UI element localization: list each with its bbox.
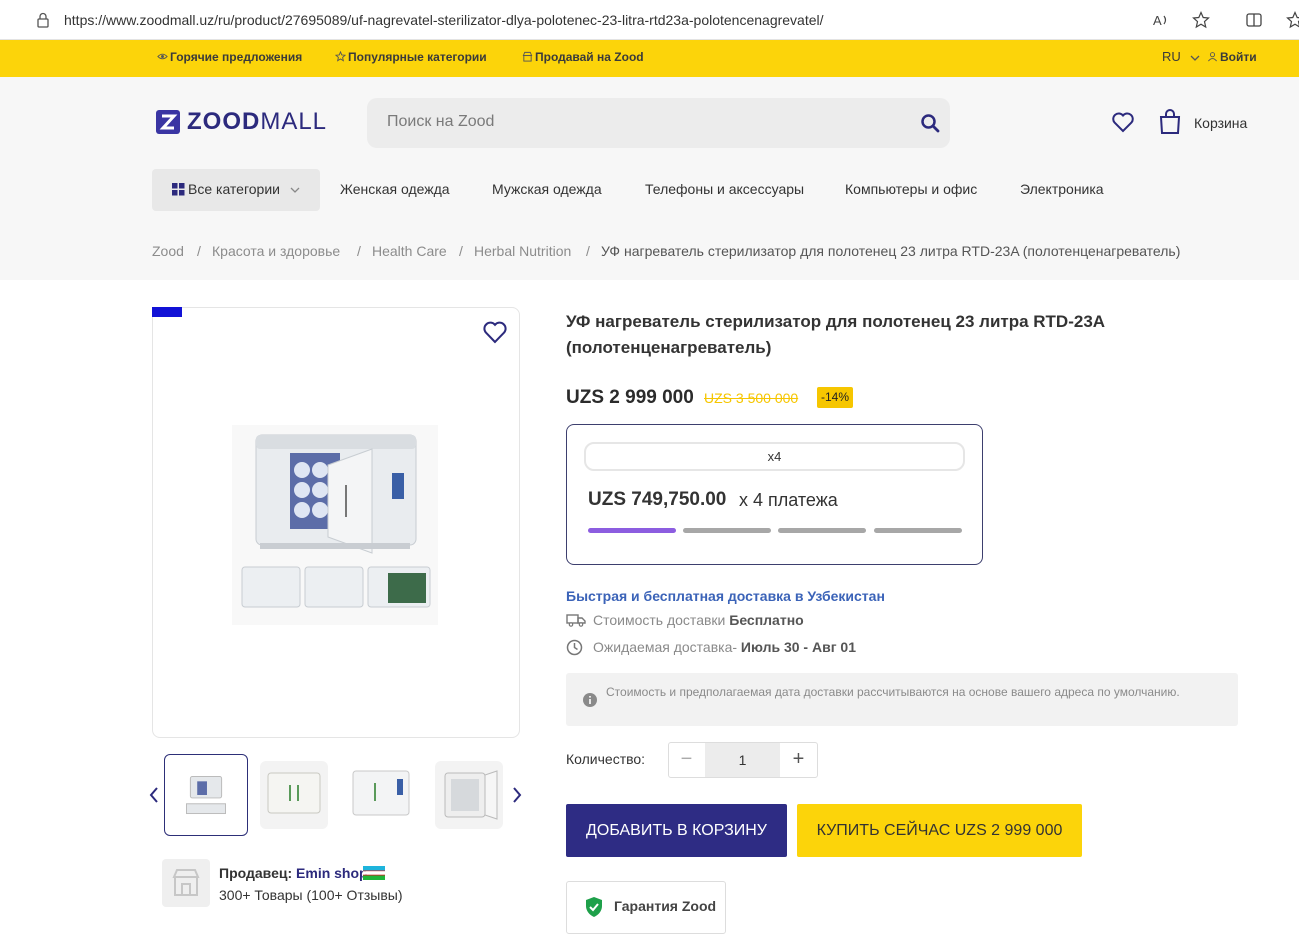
favorite-star-icon[interactable] [1192,11,1210,29]
shopping-bag-icon[interactable] [1158,109,1182,135]
lock-icon [37,12,49,28]
all-categories-label: Все категории [188,181,280,197]
favorites-bar-icon[interactable] [1286,11,1299,29]
thumbnail[interactable] [164,754,248,836]
delivery-info-text: Стоимость и предполагаемая дата доставки… [606,685,1180,699]
breadcrumb-separator: / [357,243,361,259]
language-select[interactable]: RU [1162,49,1202,64]
logo-text-light: MALL [260,108,328,135]
top-utility-bar: Горячие предложения Популярные категории… [0,40,1299,77]
login-label: Войти [1220,50,1257,64]
quantity-increase-button[interactable]: + [780,742,817,778]
add-to-cart-button[interactable]: ДОБАВИТЬ В КОРЗИНУ [566,804,787,857]
discount-badge: -14% [817,387,854,408]
seller-name-link[interactable]: Emin shop [296,865,368,881]
zoodmall-logo[interactable]: ZOODMALL [156,108,327,136]
delivery-eta: Ожидаемая доставка- Июль 30 - Авг 01 [593,639,856,655]
thumbnail[interactable] [260,761,328,829]
breadcrumb-item[interactable]: Health Care [372,243,447,259]
breadcrumb-current: УФ нагреватель стерилизатор для полотене… [601,243,1181,259]
logo-mark-icon [156,110,180,134]
payment-progress-segment [683,528,771,533]
delivery-cost-label: Стоимость доставки [593,612,730,628]
breadcrumb-separator: / [197,243,201,259]
old-price: UZS 3 500 000 [704,390,799,406]
hot-deals-link[interactable]: Горячие предложения [157,50,302,64]
breadcrumb-separator: / [459,243,463,259]
sell-on-zood-link[interactable]: Продавай на Zood [522,50,644,64]
chevron-down-icon [1190,55,1200,61]
cart-label[interactable]: Корзина [1194,115,1247,131]
installment-tab[interactable]: x4 [584,442,965,471]
delivery-eta-label: Ожидаемая доставка- [593,639,741,655]
logo-text: ZOODMALL [187,108,327,136]
clock-icon [566,639,583,656]
language-label: RU [1162,49,1181,64]
address-bar[interactable]: https://www.zoodmall.uz/ru/product/27695… [16,5,1131,35]
guarantee-label: Гарантия Zood [614,898,717,914]
quantity-input[interactable]: 1 [705,743,780,777]
installment-count: x 4 платежа [739,490,838,510]
popular-categories-label: Популярные категории [348,50,487,64]
shop-icon [522,51,533,62]
popular-categories-link[interactable]: Популярные категории [334,50,487,64]
seller-label-prefix: Продавец: [219,865,297,881]
nav-item-mens[interactable]: Мужская одежда [492,181,602,197]
chevron-right-icon[interactable] [511,786,523,804]
uzbekistan-flag-icon [363,866,385,880]
hot-deals-label: Горячие предложения [170,50,303,64]
payment-progress-segment [588,528,676,533]
product-image[interactable] [232,425,438,625]
product-title: УФ нагреватель стерилизатор для полотене… [566,312,1105,357]
thumbnail[interactable] [347,761,415,829]
store-icon [172,869,200,896]
browser-toolbar: https://www.zoodmall.uz/ru/product/27695… [0,0,1299,40]
seller-stats: 300+ Товары (100+ Отзывы) [219,887,403,903]
star-icon [334,50,347,62]
heart-icon[interactable] [482,320,508,344]
buy-now-button[interactable]: КУПИТЬ СЕЙЧАС UZS 2 999 000 [797,804,1082,857]
quantity-label: Количество: [566,751,646,767]
delivery-cost-value: Бесплатно [729,612,804,628]
breadcrumb-item[interactable]: Herbal Nutrition [474,243,571,259]
breadcrumb-item[interactable]: Красота и здоровье [212,243,340,259]
search-input[interactable] [387,113,887,131]
split-screen-icon[interactable] [1245,11,1263,29]
payment-progress-segment [874,528,962,533]
shield-check-icon [586,897,602,917]
login-link[interactable]: Войти [1207,50,1257,64]
delivery-eta-value: Июль 30 - Авг 01 [740,639,856,655]
quantity-decrease-button[interactable]: − [668,742,705,778]
search-icon[interactable] [920,113,940,133]
installment-amount: UZS 749,750.00 [588,489,727,510]
chevron-left-icon[interactable] [148,786,160,804]
info-icon [583,693,597,707]
nav-item-phones[interactable]: Телефоны и аксессуары [645,181,804,197]
current-price: UZS 2 999 000 [566,387,694,408]
delivery-headline-link[interactable]: Быстрая и бесплатная доставка в Узбекист… [566,588,885,604]
truck-icon [566,614,586,627]
delivery-cost: Стоимость доставки Бесплатно [593,612,804,628]
heart-icon[interactable] [1111,111,1135,133]
seller-avatar[interactable] [162,859,210,907]
thumbnail[interactable] [435,761,503,829]
search-bar [367,98,950,148]
sell-on-zood-label: Продавай на Zood [535,50,644,64]
svg-text:A: A [1153,13,1162,28]
seller-label: Продавец: Emin shop [219,865,368,881]
breadcrumb-separator: / [586,243,590,259]
read-aloud-icon[interactable]: A [1152,11,1170,29]
chevron-down-icon [290,187,300,193]
nav-item-womens[interactable]: Женская одежда [340,181,450,197]
nav-item-computers[interactable]: Компьютеры и офис [845,181,977,197]
user-icon [1208,52,1217,62]
promo-badge [152,307,182,317]
eye-icon [157,53,168,60]
breadcrumb-item[interactable]: Zood [152,243,184,259]
grid-icon [172,183,185,196]
payment-progress-segment [778,528,866,533]
url-text: https://www.zoodmall.uz/ru/product/27695… [64,12,824,28]
logo-text-strong: ZOOD [187,108,261,135]
nav-item-electronics[interactable]: Электроника [1020,181,1104,197]
